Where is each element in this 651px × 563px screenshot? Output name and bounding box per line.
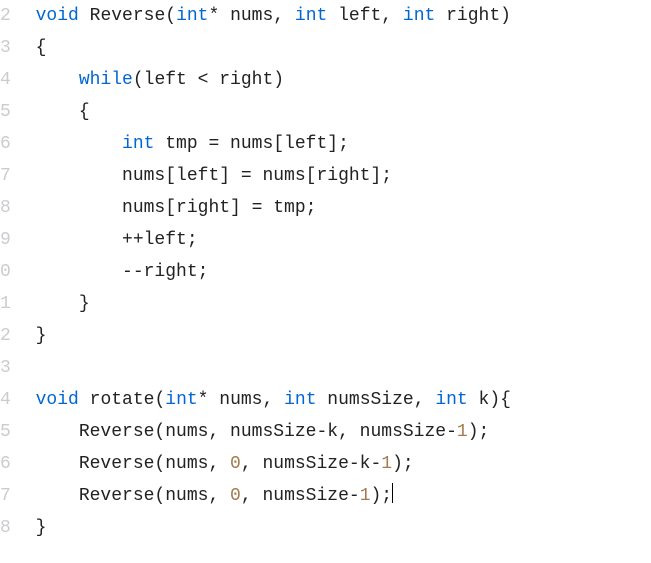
code-token: 1 [381,454,392,474]
code-token: ); [392,454,414,474]
line-number: 5 [0,416,11,448]
code-token: int [165,390,197,410]
code-token: , numsSize- [241,486,360,506]
code-token: ); [468,422,490,442]
line-number: 6 [0,448,11,480]
code-token: 0 [230,486,241,506]
code-token: Reverse(nums, [25,454,230,474]
code-token: , numsSize-k- [241,454,381,474]
code-token: Reverse(nums, [25,486,230,506]
code-line[interactable] [25,352,651,384]
line-number: 7 [0,480,11,512]
code-token: Reverse(nums, numsSize-k, numsSize- [25,422,457,442]
line-number: 2 [0,0,11,32]
code-token [25,6,36,26]
code-line[interactable]: nums[left] = nums[right]; [25,160,651,192]
code-line[interactable]: void rotate(int* nums, int numsSize, int… [25,384,651,416]
line-number: 2 [0,320,11,352]
code-token: int [176,6,208,26]
line-number: 4 [0,384,11,416]
code-line[interactable]: } [25,288,651,320]
code-token: } [25,518,47,538]
line-number: 7 [0,160,11,192]
code-token: 1 [457,422,468,442]
code-token: left, [327,6,403,26]
line-number: 8 [0,512,11,544]
line-number: 4 [0,64,11,96]
code-token: rotate( [79,390,165,410]
code-token: 0 [230,454,241,474]
code-token: Reverse( [79,6,176,26]
code-line[interactable]: { [25,96,651,128]
line-number: 3 [0,32,11,64]
code-token: } [25,294,90,314]
line-number: 3 [0,352,11,384]
code-line[interactable]: int tmp = nums[left]; [25,128,651,160]
code-line[interactable]: } [25,320,651,352]
code-token [25,70,79,90]
code-token: (left < right) [133,70,284,90]
code-token: right) [435,6,511,26]
code-area[interactable]: void Reverse(int* nums, int left, int ri… [17,0,651,563]
code-token: int [403,6,435,26]
code-token: k){ [468,390,511,410]
line-number: 0 [0,256,11,288]
line-number: 8 [0,192,11,224]
code-token: numsSize, [317,390,436,410]
code-line[interactable]: void Reverse(int* nums, int left, int ri… [25,0,651,32]
code-editor[interactable]: 23456789012345678 void Reverse(int* nums… [0,0,651,563]
code-token: void [36,6,79,26]
code-line[interactable]: { [25,32,651,64]
code-token: int [435,390,467,410]
code-line[interactable]: --right; [25,256,651,288]
code-token: int [295,6,327,26]
line-number: 9 [0,224,11,256]
code-token: 1 [360,486,371,506]
line-number-gutter: 23456789012345678 [0,0,17,563]
text-cursor [392,483,393,503]
code-line[interactable]: Reverse(nums, 0, numsSize-k-1); [25,448,651,480]
code-token: while [79,70,133,90]
code-line[interactable]: nums[right] = tmp; [25,192,651,224]
line-number: 6 [0,128,11,160]
code-line[interactable]: ++left; [25,224,651,256]
code-token: { [25,102,90,122]
code-token: int [284,390,316,410]
code-token: * nums, [208,6,294,26]
code-token: nums[right] = tmp; [25,198,317,218]
code-token: ); [371,486,393,506]
code-token [25,390,36,410]
code-line[interactable]: while(left < right) [25,64,651,96]
code-line[interactable]: Reverse(nums, 0, numsSize-1); [25,480,651,512]
code-token: tmp = nums[left]; [154,134,348,154]
code-token: --right; [25,262,209,282]
code-token: ++left; [25,230,198,250]
line-number: 5 [0,96,11,128]
line-number: 1 [0,288,11,320]
code-token: { [25,38,47,58]
code-line[interactable]: Reverse(nums, numsSize-k, numsSize-1); [25,416,651,448]
code-token: int [122,134,154,154]
code-token: nums[left] = nums[right]; [25,166,392,186]
code-token: void [36,390,79,410]
code-token [25,134,122,154]
code-token: * nums, [198,390,284,410]
code-line[interactable]: } [25,512,651,544]
code-token: } [25,326,47,346]
